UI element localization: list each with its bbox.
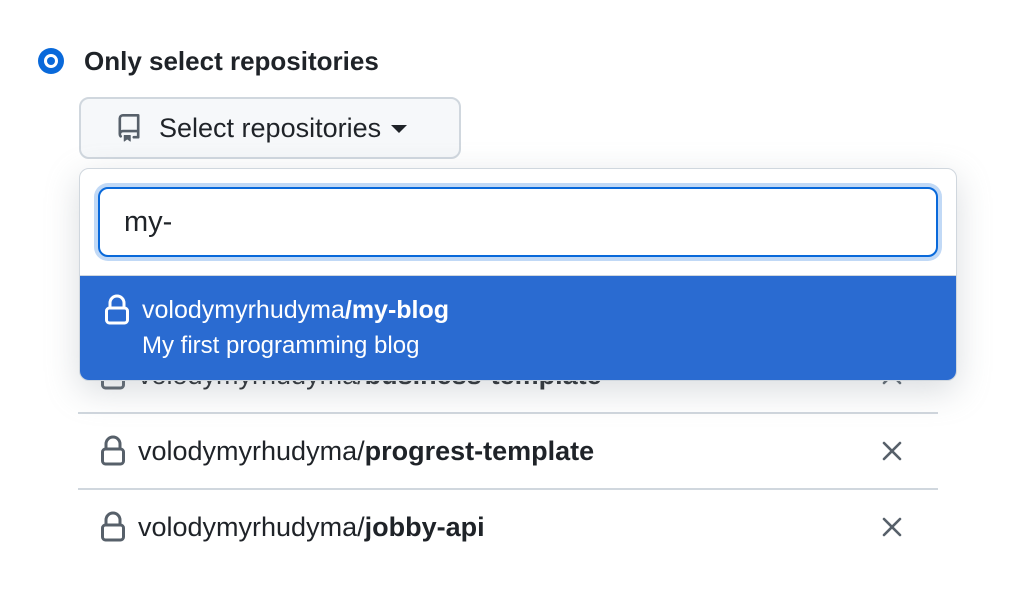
repo-owner: volodymyrhudyma [138,511,358,542]
search-field-wrapper [98,187,938,259]
repo-separator: / [357,511,365,542]
radio-button-selected[interactable] [38,48,64,74]
search-result-item[interactable]: volodymyrhudyma/my-blog My first program… [80,276,956,380]
selected-repo-row: volodymyrhudyma / jobby-api [78,490,938,564]
caret-down-icon [391,125,408,133]
select-repositories-label: Select repositories [159,112,382,143]
select-repositories-button[interactable]: Select repositories [79,97,461,159]
result-repo-name: my-blog [351,296,450,324]
result-title: volodymyrhudyma/my-blog [142,296,449,325]
result-description: My first programming blog [142,332,420,359]
remove-icon[interactable] [880,515,904,539]
repo-name: jobby-api [364,511,485,542]
result-separator: / [344,296,352,324]
radio-label: Only select repositories [84,45,379,76]
repository-search-dropdown: volodymyrhudyma/my-blog My first program… [79,168,957,381]
repo-separator: / [357,435,365,466]
selected-repo-row: volodymyrhudyma / progrest-template [78,414,938,488]
repository-search-input[interactable] [98,187,938,257]
result-owner: volodymyrhudyma [142,296,345,324]
only-select-repositories-option[interactable]: Only select repositories [38,44,379,78]
lock-icon [101,435,125,466]
repo-owner: volodymyrhudyma [138,435,358,466]
remove-icon[interactable] [880,439,904,463]
repo-name: progrest-template [364,435,595,466]
lock-icon [105,294,129,325]
lock-icon [101,511,125,542]
repo-icon [118,114,140,142]
